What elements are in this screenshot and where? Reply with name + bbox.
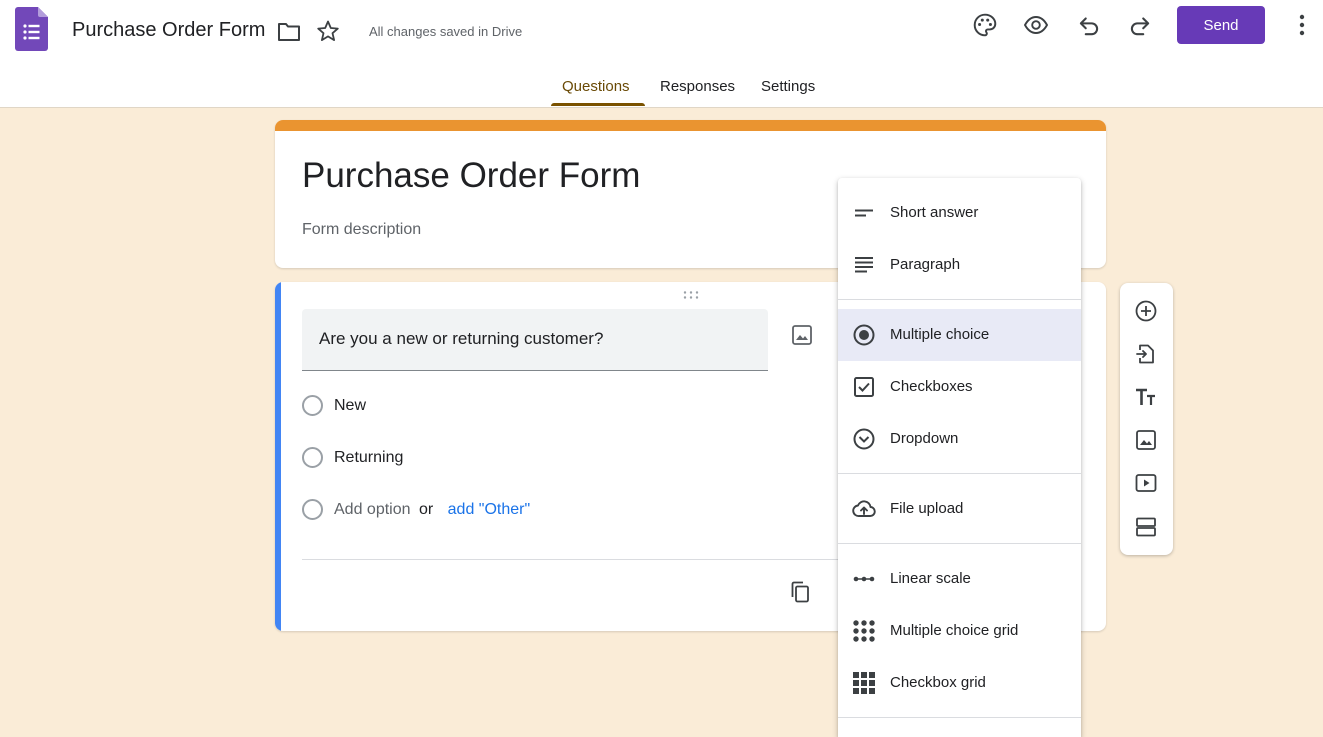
question-title-text: Are you a new or returning customer?	[319, 329, 604, 348]
question-type-menu: Short answer Paragraph Multiple choice C…	[838, 178, 1081, 737]
star-icon[interactable]	[316, 19, 340, 43]
active-question-indicator	[275, 282, 281, 631]
add-title-icon[interactable]	[1134, 385, 1158, 409]
form-description-field[interactable]: Form description	[302, 221, 421, 239]
menu-item-label: Checkbox grid	[890, 674, 986, 691]
radio-button-icon	[853, 324, 875, 346]
tab-responses[interactable]: Responses	[660, 78, 735, 95]
redo-icon[interactable]	[1127, 12, 1153, 38]
tab-questions[interactable]: Questions	[562, 78, 630, 95]
send-button[interactable]: Send	[1177, 6, 1265, 44]
menu-divider	[838, 717, 1081, 718]
radio-circle	[302, 499, 323, 520]
add-other-link[interactable]: add "Other"	[448, 501, 531, 518]
menu-item-paragraph[interactable]: Paragraph	[838, 239, 1081, 291]
menu-item-short-answer[interactable]: Short answer	[838, 187, 1081, 239]
cloud-upload-icon	[852, 500, 876, 517]
question-title-input[interactable]: Are you a new or returning customer?	[302, 309, 768, 371]
add-question-icon[interactable]	[1134, 299, 1158, 323]
dropdown-circle-icon	[853, 428, 875, 450]
menu-divider	[838, 543, 1081, 544]
more-vert-icon[interactable]	[1290, 12, 1314, 38]
undo-icon[interactable]	[1076, 12, 1102, 38]
short-answer-icon	[855, 209, 873, 217]
add-section-icon[interactable]	[1134, 515, 1158, 539]
menu-item-label: Checkboxes	[890, 378, 973, 395]
import-questions-icon[interactable]	[1134, 342, 1158, 366]
forms-logo-icon[interactable]	[15, 7, 48, 51]
linear-scale-icon	[853, 576, 875, 582]
option-label[interactable]: New	[334, 397, 366, 415]
radio-circle[interactable]	[302, 447, 323, 468]
folder-icon[interactable]	[277, 21, 301, 43]
menu-item-checkboxes[interactable]: Checkboxes	[838, 361, 1081, 413]
menu-item-label: Linear scale	[890, 570, 971, 587]
add-image-icon[interactable]	[1134, 428, 1158, 452]
menu-item-label: Dropdown	[890, 430, 959, 447]
tab-settings[interactable]: Settings	[761, 78, 815, 95]
or-text: or	[418, 501, 434, 518]
menu-item-label: Short answer	[890, 204, 979, 221]
add-option-line: Add option or add "Other"	[334, 501, 530, 519]
menu-item-linear-scale[interactable]: Linear scale	[838, 553, 1081, 605]
checkbox-icon	[854, 377, 874, 397]
menu-item-label: Paragraph	[890, 256, 961, 273]
menu-item-dropdown[interactable]: Dropdown	[838, 413, 1081, 465]
duplicate-icon[interactable]	[788, 580, 812, 604]
active-tab-indicator	[551, 103, 645, 106]
menu-item-multiple-choice-grid[interactable]: Multiple choice grid	[838, 605, 1081, 657]
form-title[interactable]: Purchase Order Form	[302, 156, 640, 196]
menu-item-checkbox-grid[interactable]: Checkbox grid	[838, 657, 1081, 709]
menu-divider	[838, 299, 1081, 300]
app-header: Purchase Order Form All changes saved in…	[0, 0, 1323, 108]
add-image-icon[interactable]	[790, 323, 814, 347]
paragraph-icon	[855, 257, 873, 273]
add-video-icon[interactable]	[1134, 471, 1158, 495]
theme-accent-bar	[275, 120, 1106, 131]
add-option-button[interactable]: Add option	[334, 501, 411, 518]
save-status-text: All changes saved in Drive	[369, 24, 523, 39]
preview-eye-icon[interactable]	[1023, 12, 1049, 38]
document-title[interactable]: Purchase Order Form	[72, 19, 265, 42]
square-grid-icon	[853, 672, 875, 694]
menu-item-multiple-choice[interactable]: Multiple choice	[838, 309, 1081, 361]
menu-item-label: Multiple choice grid	[890, 622, 1019, 639]
menu-item-label: Multiple choice	[890, 326, 990, 343]
palette-icon[interactable]	[972, 12, 998, 38]
dot-grid-icon	[853, 620, 875, 642]
form-tabs: Questions Responses Settings	[0, 78, 1323, 108]
menu-item-file-upload[interactable]: File upload	[838, 483, 1081, 535]
menu-divider	[838, 473, 1081, 474]
drag-handle-icon[interactable]	[681, 290, 701, 300]
menu-item-label: File upload	[890, 500, 964, 517]
floating-toolbar	[1120, 283, 1173, 555]
radio-circle[interactable]	[302, 395, 323, 416]
option-label[interactable]: Returning	[334, 449, 403, 467]
